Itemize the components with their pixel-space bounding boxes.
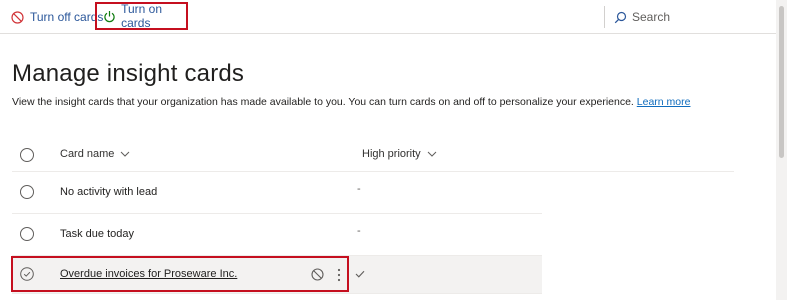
- search-placeholder: Search: [632, 10, 671, 24]
- high-priority-cell: -: [357, 183, 361, 195]
- highlight-box: [11, 256, 349, 292]
- search-icon: [614, 11, 627, 24]
- chevron-down-icon: [120, 151, 130, 157]
- table-row[interactable]: Task due today -: [12, 216, 542, 256]
- chevron-down-icon: [427, 151, 437, 157]
- card-name-header-label: Card name: [60, 148, 115, 160]
- toolbar-divider: [604, 6, 605, 28]
- command-bar: Turn off cards Turn on cards Search: [0, 0, 787, 34]
- turn-off-cards-label: Turn off cards: [30, 10, 104, 24]
- grid-header: Card name High priority: [12, 140, 734, 172]
- turn-off-cards-button[interactable]: Turn off cards: [9, 3, 103, 31]
- block-icon: [9, 9, 25, 25]
- checkmark-icon: [355, 270, 365, 278]
- table-row[interactable]: No activity with lead -: [12, 174, 542, 214]
- high-priority-cell: -: [357, 225, 361, 237]
- scrollbar-thumb[interactable]: [779, 6, 784, 158]
- column-header-high-priority[interactable]: High priority: [362, 148, 437, 160]
- high-priority-header-label: High priority: [362, 148, 421, 160]
- learn-more-link[interactable]: Learn more: [637, 96, 691, 108]
- vertical-scrollbar[interactable]: [776, 0, 787, 300]
- row-select-radio[interactable]: [20, 227, 34, 241]
- turn-on-cards-button[interactable]: Turn on cards: [95, 2, 188, 30]
- page-description: View the insight cards that your organiz…: [12, 96, 690, 108]
- power-icon: [102, 8, 116, 24]
- column-header-card-name[interactable]: Card name: [60, 148, 130, 160]
- turn-on-cards-label: Turn on cards: [121, 2, 163, 30]
- card-name-cell: Task due today: [60, 228, 134, 240]
- description-text: View the insight cards that your organiz…: [12, 96, 634, 108]
- card-name-cell: No activity with lead: [60, 186, 158, 198]
- select-all-radio[interactable]: [20, 148, 34, 162]
- search-box[interactable]: Search: [614, 5, 670, 29]
- row-select-radio[interactable]: [20, 185, 34, 199]
- page-title: Manage insight cards: [12, 60, 245, 87]
